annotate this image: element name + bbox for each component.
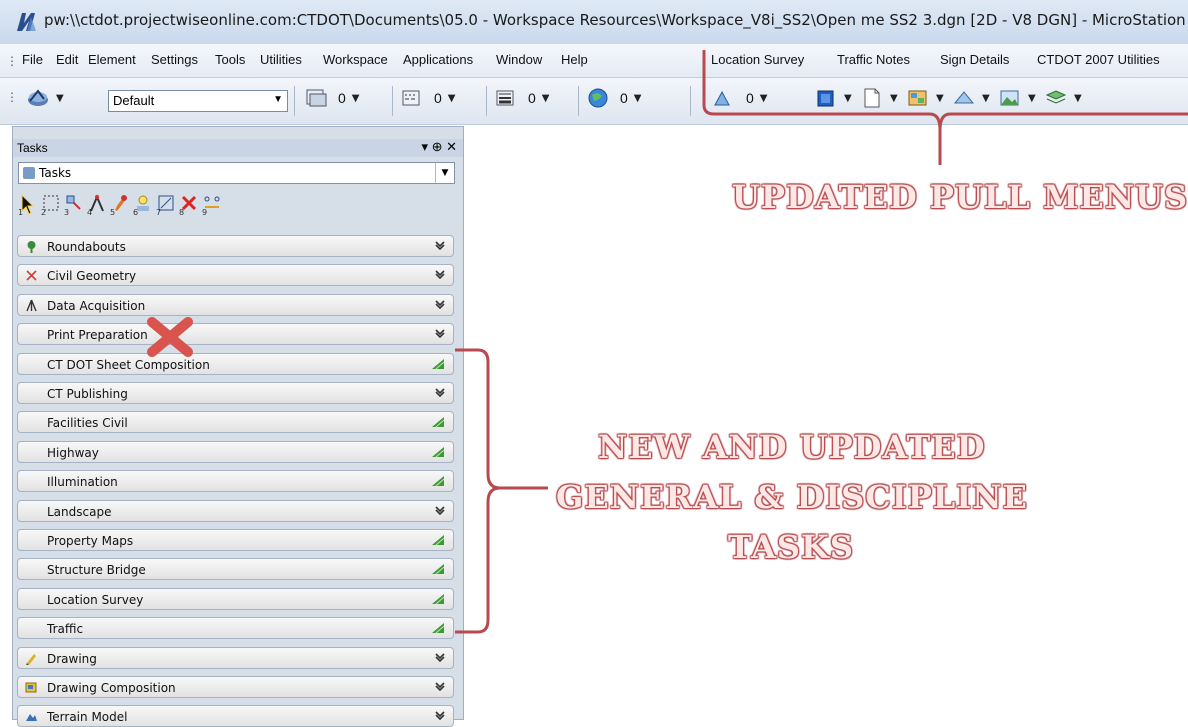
annotation-updated-pull-menus: UPDATED PULL MENUS bbox=[732, 178, 1188, 216]
menu-bracket bbox=[702, 50, 1188, 165]
annotation-tasks-line-3: TASKS bbox=[728, 528, 854, 566]
annotation-tasks-line-2: GENERAL & DISCIPLINE bbox=[556, 478, 1028, 516]
remove-x-mark bbox=[147, 317, 193, 357]
annotation-overlay bbox=[147, 50, 1188, 634]
annotation-tasks-line-1: NEW AND UPDATED bbox=[598, 428, 986, 466]
tasks-bracket bbox=[455, 348, 548, 634]
